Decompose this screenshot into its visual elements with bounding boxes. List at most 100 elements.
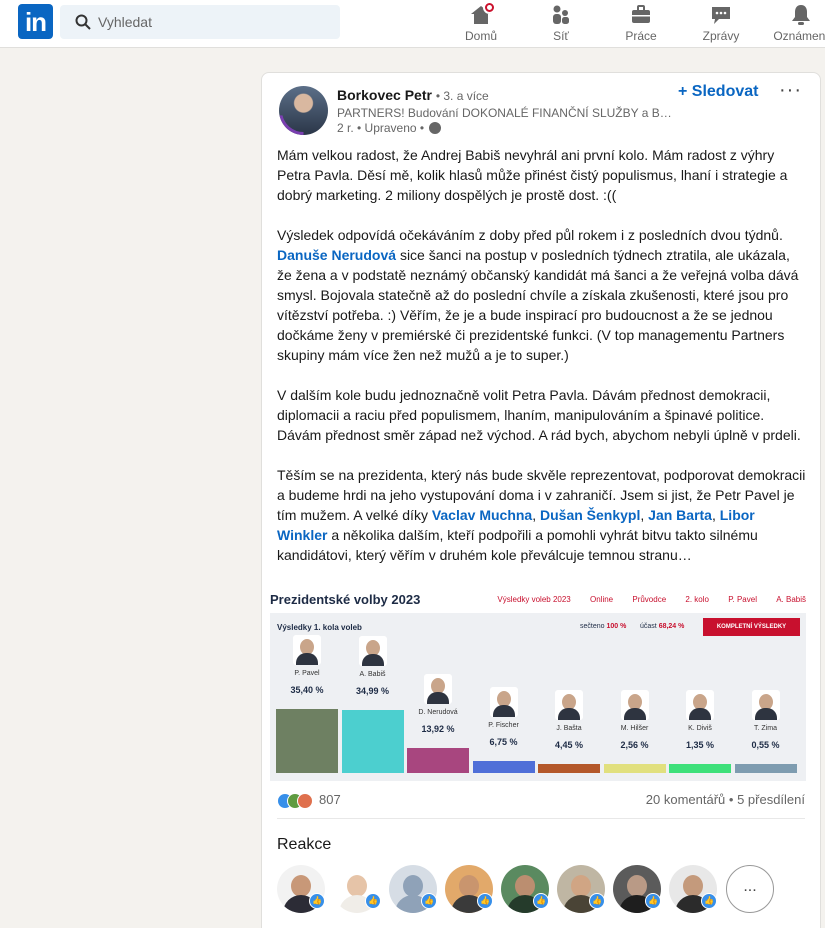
candidate-bar (407, 747, 469, 773)
image-nav-item: A. Babiš (776, 595, 806, 604)
search-box[interactable] (60, 5, 340, 39)
candidate-name: P. Fischer (488, 721, 519, 729)
more-options-button[interactable]: ··· (779, 79, 802, 102)
author-name[interactable]: Borkovec Petr • 3. a více (337, 87, 489, 103)
post-paragraph: Výsledek odpovídá očekáváním z doby před… (277, 225, 807, 365)
post-paragraph: V dalším kole budu jednoznačně volit Pet… (277, 387, 801, 443)
candidate-column: T. Zima 0,55 % (734, 613, 797, 777)
nav-home[interactable]: Domů (441, 0, 521, 48)
post-time: 2 r. • Upraveno • (337, 121, 425, 135)
search-icon (75, 14, 91, 30)
candidate-percent: 0,55 % (751, 740, 780, 750)
nav-messages[interactable]: Zprávy (681, 0, 761, 48)
candidate-column: D. Nerudová 13,92 % (407, 613, 469, 777)
like-icon: 👍 (701, 893, 717, 909)
candidate-bar (538, 764, 600, 773)
candidate-name: P. Pavel (294, 670, 320, 677)
candidate-percent: 6,75 % (489, 736, 518, 747)
post-text-span: a několika dalším, kteří podpořili a pom… (277, 527, 758, 563)
candidate-percent: 2,56 % (620, 740, 649, 750)
candidate-photo (424, 673, 452, 704)
candidate-column: M. Hilšer 2,56 % (603, 613, 666, 777)
candidate-photo (293, 635, 321, 665)
like-icon: 👍 (365, 893, 381, 909)
messages-icon (709, 3, 733, 27)
nav-notifications-label: Oznámení (773, 29, 825, 43)
post-meta: 2 r. • Upraveno • (337, 121, 442, 135)
results-panel: Výsledky 1. kola voleb sečteno 100 % úča… (270, 613, 806, 781)
reactions-title: Reakce (277, 836, 332, 853)
candidate-percent: 1,35 % (685, 740, 715, 750)
like-icon: 👍 (309, 893, 325, 909)
candidate-bar (603, 764, 666, 773)
mention-link[interactable]: Vaclav Muchna (432, 507, 532, 523)
nav-network-label: Síť (553, 29, 569, 43)
candidate-percent: 34,99 % (355, 685, 390, 696)
author-avatar[interactable] (279, 86, 328, 135)
love-icon (297, 793, 313, 809)
candidate-photo (620, 690, 649, 720)
candidate-photo (686, 690, 714, 720)
post-paragraph: Těším se na prezidenta, který nás bude s… (277, 467, 806, 563)
post-text-span: sice šanci na postup v posledních týdnec… (277, 247, 799, 363)
nav-jobs[interactable]: Práce (601, 0, 681, 48)
candidate-name: A. Babiš (359, 670, 386, 678)
like-icon: 👍 (589, 893, 605, 909)
image-nav-item: P. Pavel (728, 595, 757, 604)
briefcase-icon (629, 3, 653, 27)
post-body: Mám velkou radost, že Andrej Babiš nevyh… (277, 145, 807, 585)
social-counts: 807 20 komentářů • 5 přesdílení (277, 791, 805, 811)
mention-link[interactable]: Dušan Šenkypl (540, 507, 640, 523)
more-reactions-button[interactable]: ... (726, 865, 774, 913)
mention-link[interactable]: Danuše Nerudová (277, 247, 396, 263)
reactions-count[interactable]: 807 (319, 792, 341, 807)
candidate-photo (751, 690, 780, 720)
reaction-icons[interactable] (277, 793, 317, 809)
candidate-name: M. Hilšer (620, 725, 649, 732)
image-nav: Výsledky voleb 2023 Online Průvodce 2. k… (480, 595, 806, 604)
nav-home-label: Domů (464, 29, 497, 43)
post-card: Borkovec Petr • 3. a více PARTNERS! Budo… (261, 72, 821, 928)
like-icon: 👍 (645, 893, 661, 909)
candidate-bar (341, 709, 404, 773)
globe-icon (429, 122, 442, 134)
nav-messages-label: Zprávy (702, 29, 740, 43)
candidate-photo (555, 690, 583, 720)
divider (277, 818, 805, 819)
candidate-name: K. Diviš (688, 725, 712, 732)
image-nav-item: Online (590, 595, 614, 604)
home-icon (469, 1, 496, 27)
candidate-name: D. Nerudová (418, 708, 458, 716)
candidate-percent: 4,45 % (554, 740, 584, 750)
mention-link[interactable]: Jan Barta (648, 507, 712, 523)
candidate-column: J. Bašta 4,45 % (538, 613, 600, 777)
connection-degree: • 3. a více (435, 89, 489, 103)
nav-notifications[interactable]: Oznámení (761, 0, 825, 48)
notification-badge (483, 1, 496, 14)
candidate-photo (358, 635, 387, 666)
author-headline: PARTNERS! Budování DOKONALÉ FINANČNÍ SLU… (337, 106, 677, 120)
like-icon: 👍 (533, 893, 549, 909)
candidate-bar (669, 764, 731, 773)
top-navigation: in Domů Síť Práce Zprávy (0, 0, 825, 48)
post-text-span: Výsledek odpovídá očekáváním z doby před… (277, 227, 783, 243)
candidate-column: P. Pavel 35,40 % (276, 613, 338, 777)
candidate-bar (472, 760, 535, 773)
post-image[interactable]: Prezidentské volby 2023 Výsledky voleb 2… (270, 591, 806, 781)
nav-jobs-label: Práce (625, 29, 657, 43)
candidate-name: T. Zima (754, 725, 777, 732)
nav-network[interactable]: Síť (521, 0, 601, 48)
linkedin-logo[interactable]: in (18, 4, 53, 39)
candidate-photo (489, 686, 518, 717)
search-input[interactable] (98, 5, 328, 39)
image-nav-item: Průvodce (632, 595, 667, 604)
author-name-text[interactable]: Borkovec Petr (337, 87, 432, 103)
bell-icon (789, 3, 813, 27)
follow-button[interactable]: + Sledovat (678, 83, 758, 101)
image-nav-item: 2. kolo (685, 595, 709, 604)
like-icon: 👍 (421, 893, 437, 909)
image-title: Prezidentské volby 2023 (270, 592, 421, 607)
candidate-bar (734, 764, 797, 773)
candidate-bar (276, 709, 338, 773)
comments-shares[interactable]: 20 komentářů • 5 přesdílení (646, 792, 805, 807)
